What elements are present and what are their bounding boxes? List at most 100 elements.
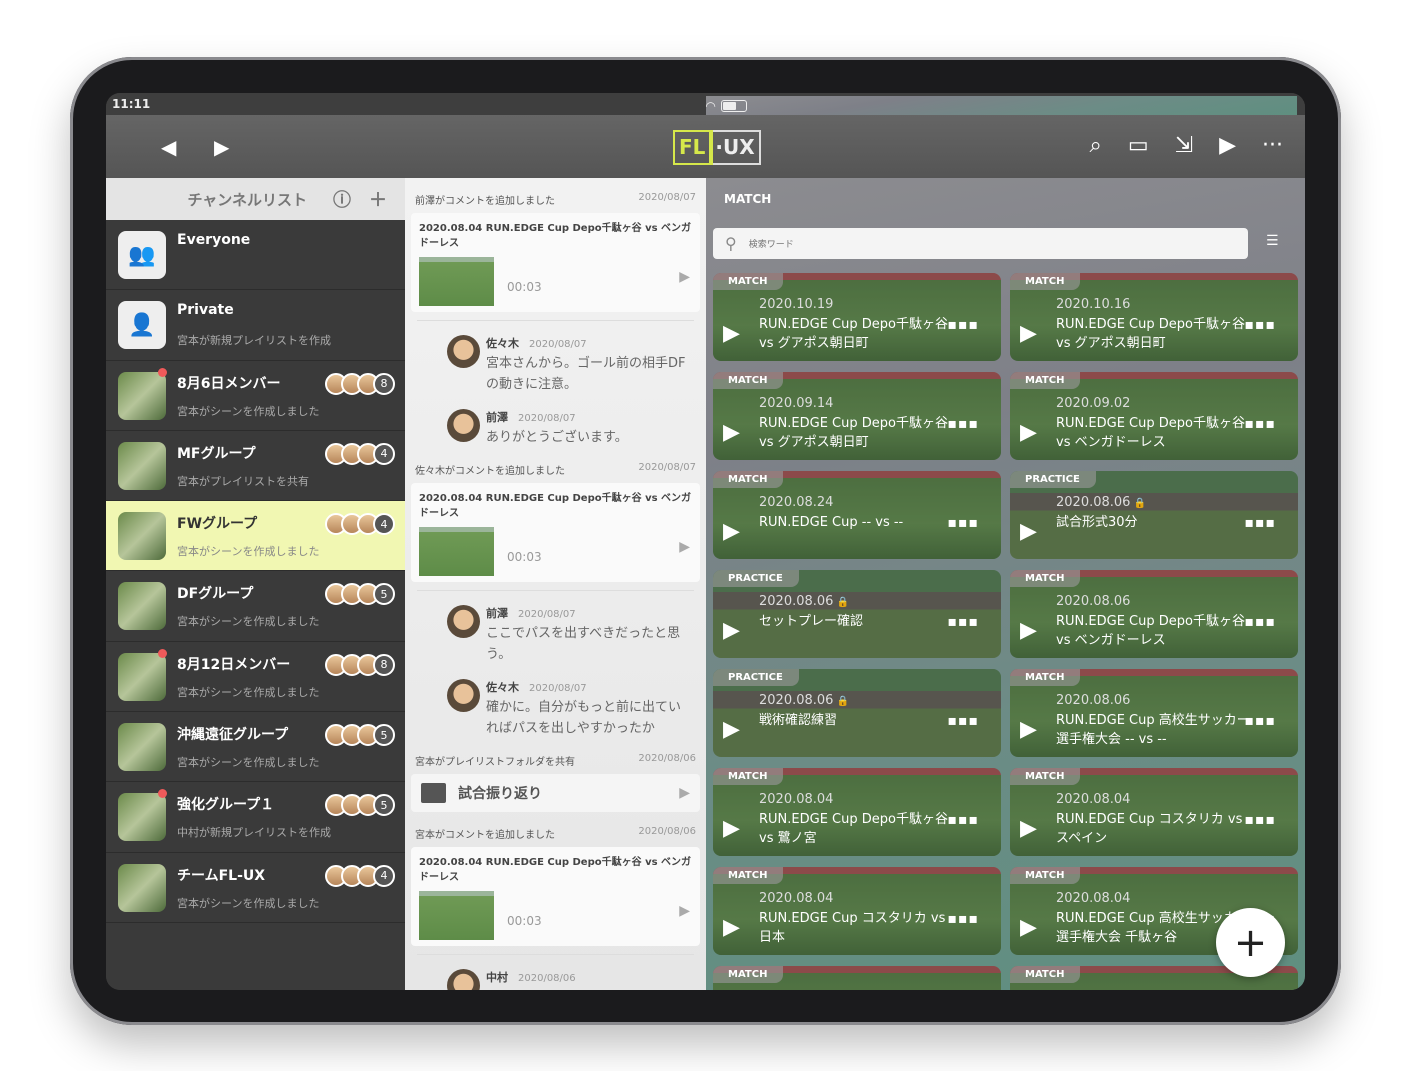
video-tile[interactable]: MATCH ▶ 2020.10.19 RUN.EDGE Cup Depo千駄ヶ谷 vs… (713, 273, 1001, 361)
more-options-icon[interactable]: ▪▪▪ (948, 911, 979, 927)
video-tile[interactable]: MATCH (713, 966, 1001, 990)
more-options-icon[interactable]: ▪▪▪ (1245, 515, 1276, 531)
channel-item[interactable]: 8月12日メンバー 宮本がシーンを作成しました 8 (106, 642, 405, 713)
channel-item[interactable]: MFグループ 宮本がプレイリストを共有 4 (106, 431, 405, 502)
more-options-icon[interactable]: ▪▪▪ (948, 614, 979, 630)
add-button[interactable]: + (1216, 908, 1285, 977)
channel-last-activity: 宮本が新規プレイリストを作成 (177, 334, 331, 348)
video-tile[interactable]: MATCH ▶ 2020.08.06 RUN.EDGE Cup Depo千駄ヶ谷 vs… (1010, 570, 1298, 658)
play-icon[interactable]: ▶ (679, 903, 690, 919)
video-tile[interactable]: MATCH ▶ 2020.08.04 RUN.EDGE Cup Depo千駄ヶ谷 vs… (713, 768, 1001, 856)
lock-icon: 🔒 (833, 597, 850, 608)
video-date: 2020.08.06 🔒 (759, 693, 849, 708)
video-card[interactable]: 2020.08.04 RUN.EDGE Cup Depo千駄ヶ谷 vs ベンガド… (411, 483, 700, 582)
video-thumbnail[interactable] (419, 257, 494, 306)
more-options-icon[interactable]: ▪▪▪ (948, 416, 979, 432)
search-bar[interactable]: ⚲ (713, 228, 1248, 259)
play-icon[interactable]: ▶ (723, 915, 740, 940)
back-button[interactable]: ◀ (161, 135, 176, 159)
add-channel-button[interactable]: ＋ (369, 186, 387, 212)
video-title: RUN.EDGE Cup 高校生サッカー選手権大会 -- vs -- (1056, 713, 1250, 747)
feed-header: 宮本がコメントを追加しました 2020/08/06 (411, 812, 700, 847)
more-options-icon[interactable]: ▪▪▪ (1245, 614, 1276, 630)
video-tile[interactable]: MATCH ▶ 2020.08.04 RUN.EDGE Cup コスタリカ vs スペ… (1010, 768, 1298, 856)
playlist-folder[interactable]: 試合振り返り ▶ (411, 774, 700, 812)
more-options-icon[interactable]: ▪▪▪ (948, 317, 979, 333)
video-tile[interactable]: MATCH ▶ 2020.09.02 RUN.EDGE Cup Depo千駄ヶ谷 vs… (1010, 372, 1298, 460)
share-video-icon[interactable]: ⇲ (1175, 133, 1193, 158)
channel-list-header: チャンネルリスト ⓘ ＋ (106, 178, 405, 220)
channel-item[interactable]: FWグループ 宮本がシーンを作成しました 4 (106, 501, 405, 572)
more-options-icon[interactable]: ▪▪▪ (948, 713, 979, 729)
play-icon[interactable]: ▶ (679, 785, 690, 801)
video-tile[interactable]: MATCH ▶ 2020.09.14 RUN.EDGE Cup Depo千駄ヶ谷 vs… (713, 372, 1001, 460)
author-name: 佐々木 (486, 337, 519, 350)
video-thumbnail[interactable] (419, 891, 494, 940)
video-title: RUN.EDGE Cup コスタリカ vs スペイン (1056, 812, 1243, 846)
video-tile[interactable]: PRACTICE ▶ 2020.08.06 🔒 戦術確認練習 ▪▪▪ (713, 669, 1001, 757)
video-search-icon[interactable]: ⌕ (1090, 133, 1102, 158)
video-tile[interactable]: MATCH ▶ 2020.08.06 RUN.EDGE Cup 高校生サッカー選手権大… (1010, 669, 1298, 757)
video-thumbnail[interactable] (419, 527, 494, 576)
member-avatars: 5 (325, 794, 395, 817)
video-tile[interactable]: MATCH ▶ 2020.08.04 RUN.EDGE Cup コスタリカ vs 日本… (713, 867, 1001, 955)
channel-item[interactable]: 沖縄遠征グループ 宮本がシーンを作成しました 5 (106, 712, 405, 783)
video-card[interactable]: 2020.08.04 RUN.EDGE Cup Depo千駄ヶ谷 vs ベンガド… (411, 847, 700, 946)
video-card[interactable]: 2020.08.04 RUN.EDGE Cup Depo千駄ヶ谷 vs ベンガド… (411, 213, 700, 312)
forward-button[interactable]: ▶ (214, 135, 229, 159)
channel-last-activity: 宮本がシーンを作成しました (177, 756, 320, 770)
video-type-badge: PRACTICE (1010, 471, 1096, 488)
more-options-icon[interactable]: ▪▪▪ (1245, 317, 1276, 333)
channel-item[interactable]: 👥 Everyone (106, 220, 405, 291)
channel-avatar (118, 512, 166, 561)
comment-author: 前澤 2020/08/07 (486, 409, 628, 425)
video-tile[interactable]: PRACTICE ▶ 2020.08.06 🔒 セットプレー確認 ▪▪▪ (713, 570, 1001, 658)
comment-author: 佐々木 2020/08/07 (486, 679, 686, 695)
more-options-icon[interactable]: ▪▪▪ (1245, 416, 1276, 432)
calendar-icon[interactable]: ▭ (1128, 133, 1149, 158)
play-icon[interactable]: ▶ (723, 519, 740, 544)
playlist-icon[interactable]: ▶ (1219, 133, 1236, 158)
channel-last-activity: 宮本がプレイリストを共有 (177, 474, 309, 488)
more-options-icon[interactable]: ▪▪▪ (948, 812, 979, 828)
play-icon[interactable]: ▶ (1020, 519, 1037, 544)
play-icon[interactable]: ▶ (679, 539, 690, 555)
video-tile[interactable]: MATCH ▶ 2020.10.16 RUN.EDGE Cup Depo千駄ヶ谷 vs… (1010, 273, 1298, 361)
more-icon[interactable]: ··· (1262, 133, 1283, 158)
play-icon[interactable]: ▶ (723, 618, 740, 643)
battery-icon (721, 99, 748, 112)
more-options-icon[interactable]: ▪▪▪ (948, 515, 979, 531)
play-icon[interactable]: ▶ (679, 269, 690, 285)
channel-item[interactable]: DFグループ 宮本がシーンを作成しました 5 (106, 571, 405, 642)
more-options-icon[interactable]: ▪▪▪ (1245, 812, 1276, 828)
filter-icon[interactable]: ☰ (1266, 233, 1279, 249)
feed-header: 前澤がコメントを追加しました 2020/08/07 (411, 178, 700, 213)
channel-item[interactable]: 強化グループ１ 中村が新規プレイリストを作成 5 (106, 782, 405, 853)
play-icon[interactable]: ▶ (1020, 420, 1037, 445)
play-icon[interactable]: ▶ (723, 816, 740, 841)
video-date: 2020.08.06 🔒 (759, 594, 849, 609)
play-icon[interactable]: ▶ (723, 321, 740, 346)
play-icon[interactable]: ▶ (1020, 915, 1037, 940)
play-icon[interactable]: ▶ (1020, 321, 1037, 346)
info-icon[interactable]: ⓘ (333, 186, 351, 212)
play-icon[interactable]: ▶ (723, 420, 740, 445)
video-tile[interactable]: MATCH ▶ 2020.08.24 RUN.EDGE Cup -- vs -- ▪▪▪ (713, 471, 1001, 559)
channel-item[interactable]: 👤 Private 宮本が新規プレイリストを作成 (106, 290, 405, 361)
comment-date: 2020/08/07 (529, 683, 587, 694)
private-user-icon: 👤 (118, 301, 166, 350)
play-icon[interactable]: ▶ (1020, 816, 1037, 841)
comment-body: 前澤 2020/08/07 ありがとうございます。 (486, 409, 628, 448)
comment-date: 2020/08/07 (518, 413, 576, 424)
video-type-badge: PRACTICE (713, 669, 799, 686)
play-icon[interactable]: ▶ (1020, 618, 1037, 643)
video-tile[interactable]: PRACTICE ▶ 2020.08.06 🔒 試合形式30分 ▪▪▪ (1010, 471, 1298, 559)
play-icon[interactable]: ▶ (723, 717, 740, 742)
play-icon[interactable]: ▶ (1020, 717, 1037, 742)
channel-item[interactable]: チームFL-UX 宮本がシーンを作成しました 4 (106, 853, 405, 923)
more-options-icon[interactable]: ▪▪▪ (1245, 713, 1276, 729)
video-title: 試合形式30分 (1056, 515, 1138, 530)
channel-name: 沖縄遠征グループ (177, 727, 289, 744)
channel-item[interactable]: 8月6日メンバー 宮本がシーンを作成しました 8 (106, 361, 405, 431)
search-input[interactable] (748, 238, 1220, 249)
